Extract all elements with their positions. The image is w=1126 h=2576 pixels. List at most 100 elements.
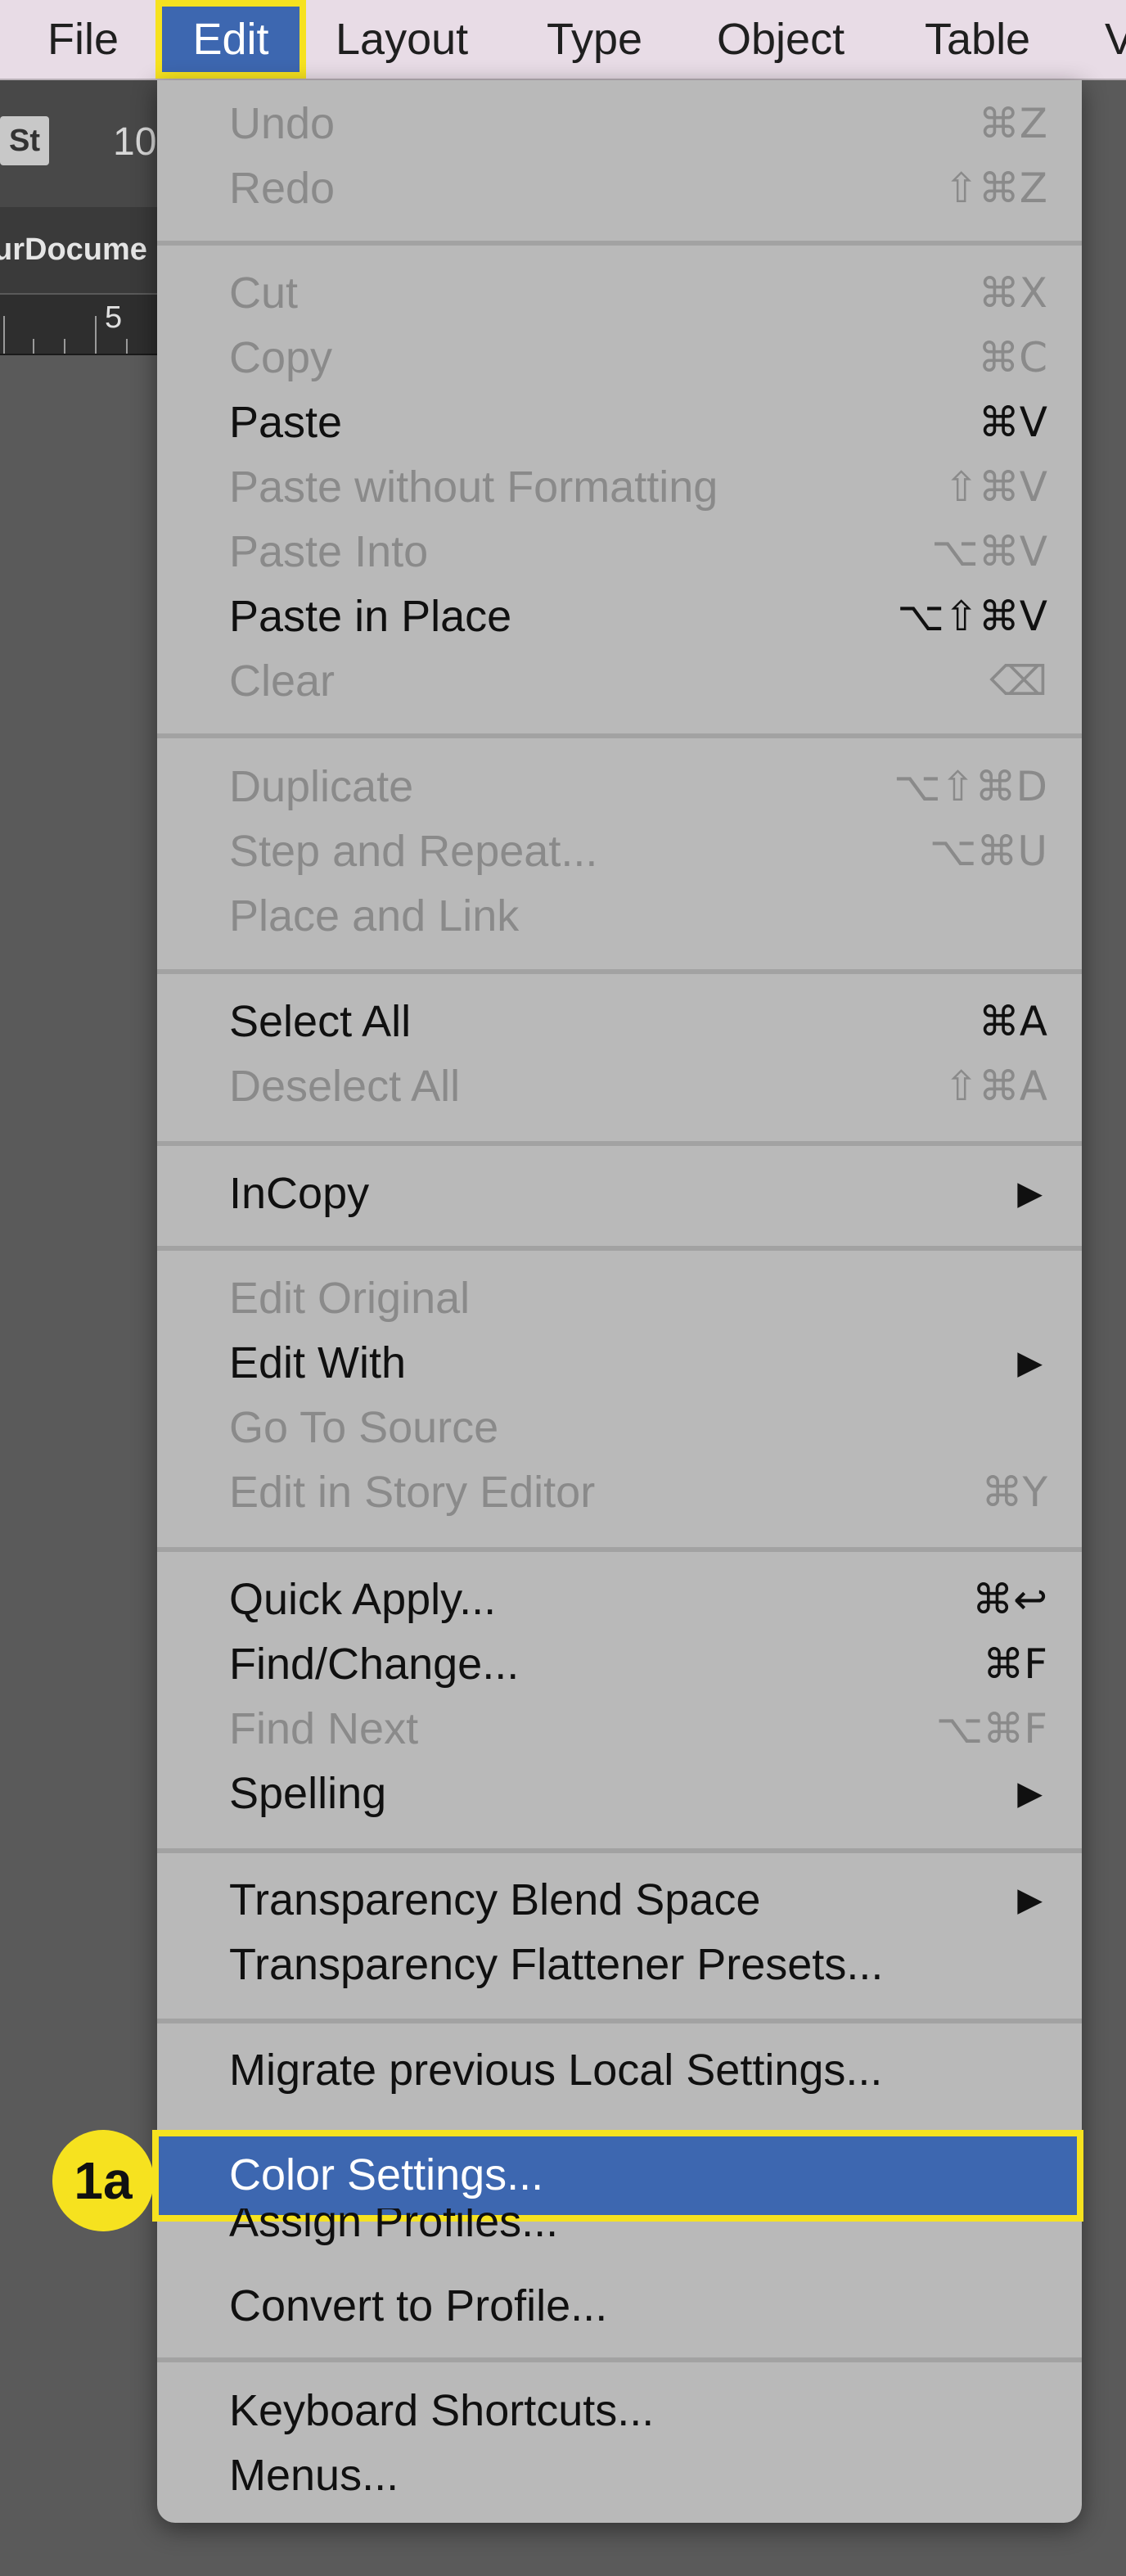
menu-item-label: Duplicate — [229, 762, 414, 811]
menu-layout[interactable]: Layout — [336, 0, 468, 79]
menu-item-label: Step and Repeat... — [229, 827, 598, 876]
shortcut-label: ⌘Z — [978, 100, 1047, 147]
menu-item-quick-apply[interactable]: Quick Apply... ⌘↩ — [157, 1568, 1082, 1632]
menu-item-menus[interactable]: Menus... — [157, 2443, 1082, 2508]
stock-button[interactable]: St — [0, 116, 49, 165]
menu-item-place-and-link[interactable]: Place and Link — [157, 884, 1082, 949]
horizontal-ruler — [0, 295, 164, 355]
menu-view[interactable]: V — [1105, 0, 1126, 79]
delete-icon: ⌫ — [989, 657, 1047, 705]
ruler-tick — [126, 339, 128, 354]
menu-separator — [157, 2019, 1082, 2023]
menu-item-label: Undo — [229, 99, 336, 148]
menu-item-label: InCopy — [229, 1169, 370, 1218]
shortcut-label: ⌘C — [978, 334, 1047, 381]
ruler-tick — [64, 339, 65, 354]
ruler-label: 5 — [105, 300, 123, 335]
shortcut-label: ⇧⌘V — [944, 463, 1047, 511]
menu-item-label: Copy — [229, 333, 333, 382]
menu-item-label: Place and Link — [229, 891, 520, 941]
shortcut-label: ⇧⌘Z — [944, 165, 1047, 212]
ruler-tick — [33, 339, 34, 354]
menu-item-edit-original[interactable]: Edit Original — [157, 1266, 1082, 1331]
step-callout-badge: 1a — [52, 2130, 154, 2231]
submenu-arrow-icon: ▶ — [1017, 1882, 1043, 1918]
menu-item-paste-into[interactable]: Paste Into ⌥⌘V — [157, 520, 1082, 584]
menu-object[interactable]: Object — [717, 0, 844, 79]
menu-item-incopy[interactable]: InCopy ▶ — [157, 1162, 1082, 1226]
menu-item-paste[interactable]: Paste ⌘V — [157, 390, 1082, 455]
menu-item-label: Redo — [229, 164, 336, 213]
menu-separator — [157, 2357, 1082, 2362]
ruler-tick — [3, 316, 5, 354]
menu-item-duplicate[interactable]: Duplicate ⌥⇧⌘D — [157, 755, 1082, 819]
menu-item-paste-without-formatting[interactable]: Paste without Formatting ⇧⌘V — [157, 455, 1082, 520]
menu-item-label: Go To Source — [229, 1403, 499, 1452]
menu-item-step-and-repeat[interactable]: Step and Repeat... ⌥⌘U — [157, 819, 1082, 884]
menu-item-label: Menus... — [229, 2451, 399, 2500]
menu-separator — [157, 1141, 1082, 1146]
shortcut-label: ⌘Y — [981, 1468, 1047, 1516]
submenu-arrow-icon: ▶ — [1017, 1175, 1043, 1211]
menu-item-spelling[interactable]: Spelling ▶ — [157, 1762, 1082, 1826]
menu-item-label: Keyboard Shortcuts... — [229, 2386, 655, 2435]
menu-item-redo[interactable]: Redo ⇧⌘Z — [157, 156, 1082, 221]
menu-item-label: Paste without Formatting — [229, 462, 718, 512]
menu-file[interactable]: File — [47, 0, 119, 79]
menu-item-label: Cut — [229, 268, 299, 318]
menu-item-label: Paste — [229, 398, 343, 447]
menu-item-label: Transparency Flattener Presets... — [229, 1940, 884, 1989]
menu-item-label: Edit Original — [229, 1274, 471, 1323]
ruler-tick — [95, 316, 97, 354]
menu-item-cut[interactable]: Cut ⌘X — [157, 261, 1082, 326]
menu-item-label: Clear — [229, 656, 336, 706]
menu-item-select-all[interactable]: Select All ⌘A — [157, 990, 1082, 1054]
shortcut-label: ⌘A — [978, 998, 1047, 1045]
menu-item-label: Spelling — [229, 1769, 387, 1818]
menu-item-label: Color Settings... — [229, 2150, 544, 2199]
menu-item-assign-profiles[interactable]: Assign Profiles... — [157, 2208, 1082, 2254]
document-tab[interactable]: urDocume — [0, 207, 164, 293]
shortcut-label: ⌥⇧⌘V — [897, 593, 1047, 640]
menu-item-label: Select All — [229, 997, 412, 1046]
menu-separator — [157, 1547, 1082, 1552]
menu-item-label: Edit With — [229, 1338, 407, 1387]
menu-item-clear[interactable]: Clear ⌫ — [157, 649, 1082, 714]
menu-bar: File Edit Layout Type Object Table V — [0, 0, 1126, 80]
menu-item-label: Find/Change... — [229, 1640, 520, 1689]
submenu-arrow-icon: ▶ — [1017, 1345, 1043, 1381]
menu-item-keyboard-shortcuts[interactable]: Keyboard Shortcuts... — [157, 2379, 1082, 2443]
menu-table[interactable]: Table — [925, 0, 1030, 79]
shortcut-label: ⌥⌘F — [935, 1705, 1047, 1753]
menu-item-label: Find Next — [229, 1704, 419, 1753]
menu-type[interactable]: Type — [547, 0, 642, 79]
menu-separator — [157, 241, 1082, 246]
menu-item-label: Quick Apply... — [229, 1575, 497, 1624]
menu-item-find-next[interactable]: Find Next ⌥⌘F — [157, 1697, 1082, 1762]
menu-item-find-change[interactable]: Find/Change... ⌘F — [157, 1632, 1082, 1697]
menu-separator — [157, 733, 1082, 738]
menu-item-deselect-all[interactable]: Deselect All ⇧⌘A — [157, 1054, 1082, 1119]
menu-item-edit-with[interactable]: Edit With ▶ — [157, 1331, 1082, 1396]
menu-separator — [157, 1848, 1082, 1853]
shortcut-label: ⌘X — [978, 269, 1047, 317]
shortcut-label: ⌥⌘V — [931, 528, 1047, 575]
menu-item-transparency-flattener-presets[interactable]: Transparency Flattener Presets... — [157, 1933, 1082, 1997]
menu-item-transparency-blend-space[interactable]: Transparency Blend Space ▶ — [157, 1868, 1082, 1933]
menu-item-migrate-local-settings[interactable]: Migrate previous Local Settings... — [157, 2038, 1082, 2103]
menu-item-convert-to-profile[interactable]: Convert to Profile... — [157, 2274, 1082, 2339]
menu-edit[interactable]: Edit — [155, 0, 306, 79]
menu-separator — [157, 969, 1082, 974]
menu-item-copy[interactable]: Copy ⌘C — [157, 326, 1082, 390]
menu-item-label: Paste in Place — [229, 592, 512, 641]
shortcut-label: ⌥⇧⌘D — [893, 763, 1047, 810]
menu-item-label: Deselect All — [229, 1062, 461, 1111]
menu-item-undo[interactable]: Undo ⌘Z — [157, 92, 1082, 156]
menu-item-color-settings[interactable]: Color Settings... — [157, 2143, 1082, 2208]
menu-item-edit-in-story-editor[interactable]: Edit in Story Editor ⌘Y — [157, 1460, 1082, 1525]
menu-item-go-to-source[interactable]: Go To Source — [157, 1396, 1082, 1460]
menu-item-paste-in-place[interactable]: Paste in Place ⌥⇧⌘V — [157, 584, 1082, 649]
menu-item-label: Assign Profiles... — [229, 2208, 559, 2246]
menu-item-label: Edit in Story Editor — [229, 1468, 596, 1517]
shortcut-label: ⌥⌘U — [929, 828, 1047, 875]
